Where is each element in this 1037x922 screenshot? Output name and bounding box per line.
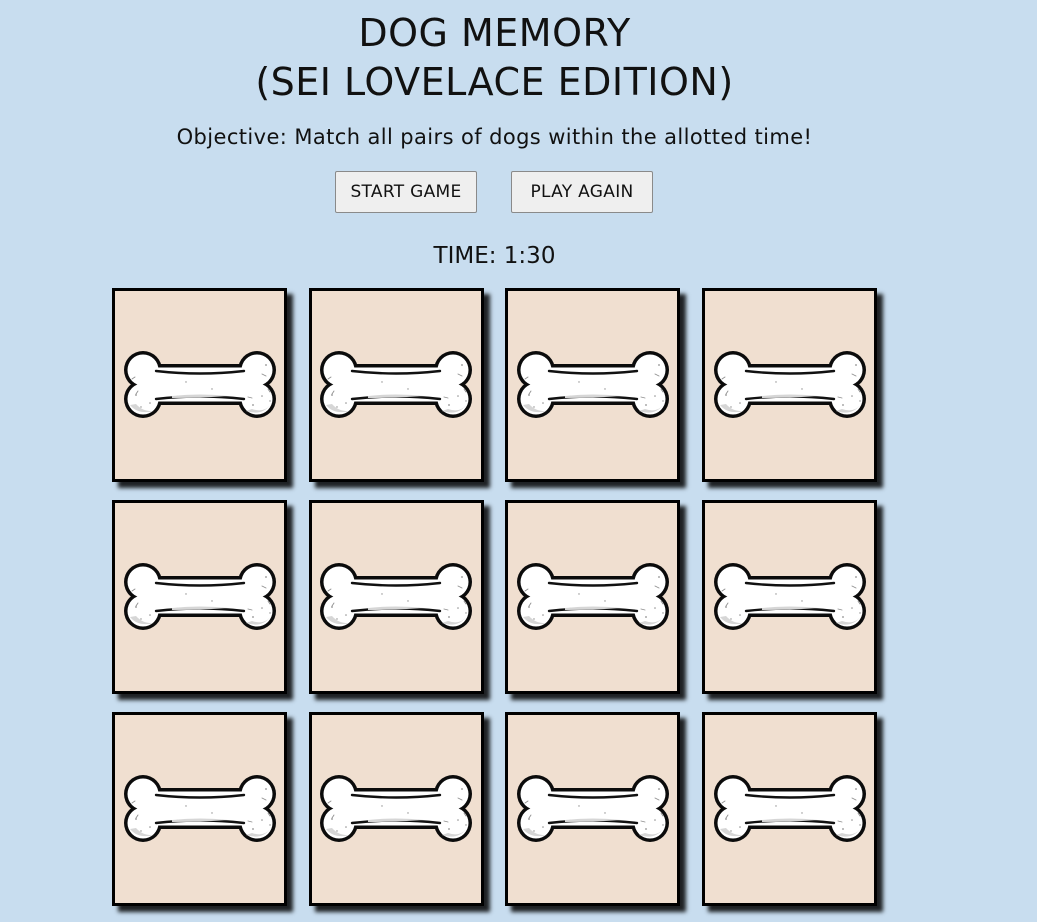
memory-card[interactable] [308, 500, 484, 694]
timer-display: TIME: 1:30 [433, 243, 556, 269]
memory-card[interactable] [112, 500, 287, 694]
start-game-button[interactable]: START GAME [335, 171, 477, 213]
dog-bone-icon [312, 349, 480, 421]
dog-bone-icon [312, 561, 480, 633]
dog-bone-icon [509, 773, 677, 845]
objective-text: Objective: Match all pairs of dogs withi… [176, 125, 813, 149]
dog-bone-icon [116, 773, 284, 845]
play-again-button[interactable]: PLAY AGAIN [511, 171, 653, 213]
dog-bone-icon [116, 349, 284, 421]
game-page: DOG MEMORY (SEI LOVELACE EDITION) Object… [0, 0, 1037, 922]
memory-card[interactable] [505, 712, 681, 906]
dog-bone-icon [312, 773, 480, 845]
dog-bone-icon [706, 561, 874, 633]
memory-card[interactable] [702, 712, 878, 906]
memory-card[interactable] [308, 288, 484, 482]
memory-card[interactable] [112, 712, 287, 906]
page-subtitle: (SEI LOVELACE EDITION) [255, 60, 734, 104]
memory-card[interactable] [308, 712, 484, 906]
memory-card[interactable] [505, 500, 681, 694]
card-grid [112, 288, 878, 906]
memory-card[interactable] [702, 288, 878, 482]
memory-card[interactable] [702, 500, 878, 694]
dog-bone-icon [509, 561, 677, 633]
dog-bone-icon [509, 349, 677, 421]
dog-bone-icon [116, 561, 284, 633]
memory-card[interactable] [505, 288, 681, 482]
page-title: DOG MEMORY [358, 11, 631, 55]
dog-bone-icon [706, 773, 874, 845]
dog-bone-icon [706, 349, 874, 421]
memory-card[interactable] [112, 288, 287, 482]
